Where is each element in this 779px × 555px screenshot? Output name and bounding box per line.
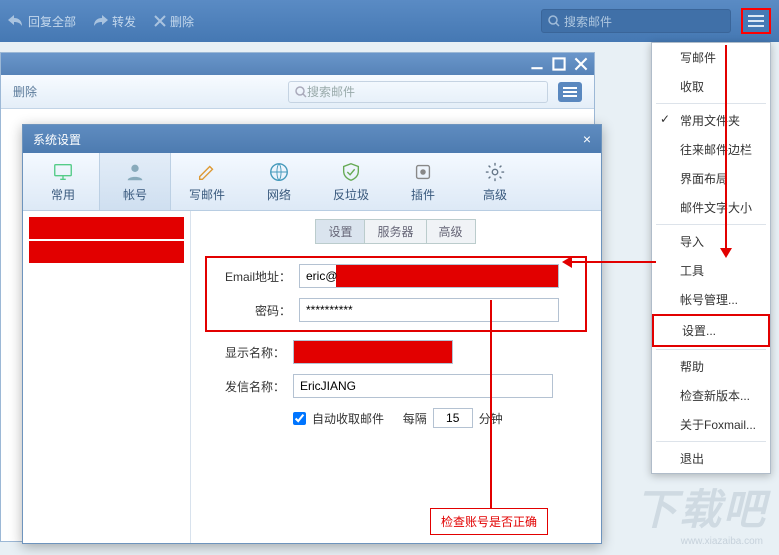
sub-tab-strip: 设置 服务器 高级 (205, 219, 587, 244)
search-placeholder: 搜索邮件 (564, 13, 612, 30)
forward-button[interactable]: 转发 (94, 13, 136, 30)
password-label: 密码： (211, 302, 291, 319)
tab-compose[interactable]: 写邮件 (171, 153, 243, 210)
search-icon (295, 86, 307, 98)
gear-icon (484, 161, 506, 183)
password-field[interactable] (299, 298, 559, 322)
account-item[interactable] (29, 241, 184, 263)
forward-label: 转发 (112, 13, 136, 30)
settings-tab-strip: 常用 帐号 写邮件 网络 反垃圾 插件 高级 (23, 153, 601, 211)
watermark: 下载吧 (635, 476, 767, 537)
reply-all-button[interactable]: 回复全部 (8, 13, 76, 30)
list-view-button[interactable] (558, 82, 582, 102)
settings-dialog: 系统设置 × 常用 帐号 写邮件 网络 反垃圾 插件 高级 设置 服务器 高级 … (22, 124, 602, 544)
menu-compose[interactable]: 写邮件 (652, 43, 770, 72)
tab-account[interactable]: 帐号 (99, 153, 171, 210)
annotation-arrow (490, 300, 492, 508)
menu-about[interactable]: 关于Foxmail... (652, 410, 770, 439)
main-menu: 写邮件 收取 常用文件夹 往来邮件边栏 界面布局 邮件文字大小 导入 工具 帐号… (651, 42, 771, 474)
pencil-icon (196, 161, 218, 183)
display-name-field[interactable] (293, 340, 453, 364)
email-field[interactable] (299, 264, 559, 288)
account-form: 设置 服务器 高级 Email地址： 密码： 显示名称： 发信名称： (191, 211, 601, 543)
dialog-titlebar: 系统设置 × (23, 125, 601, 153)
reply-all-label: 回复全部 (28, 13, 76, 30)
reply-all-icon (8, 15, 24, 27)
user-icon (124, 161, 146, 183)
delete-icon (154, 15, 166, 27)
menu-tools[interactable]: 工具 (652, 256, 770, 285)
display-name-label: 显示名称： (205, 344, 285, 361)
inner-delete-button[interactable]: 删除 (13, 83, 37, 100)
account-list (23, 211, 191, 543)
mail-toolbar: 删除 搜索邮件 (1, 75, 594, 109)
delete-label: 删除 (170, 13, 194, 30)
menu-check-update[interactable]: 检查新版本... (652, 381, 770, 410)
annotation-arrow (725, 45, 727, 253)
inner-search-box[interactable]: 搜索邮件 (288, 81, 548, 103)
search-box-outer[interactable]: 搜索邮件 (541, 9, 731, 33)
forward-icon (94, 15, 108, 27)
menu-exit[interactable]: 退出 (652, 444, 770, 473)
globe-icon (268, 161, 290, 183)
monitor-icon (52, 161, 74, 183)
close-icon[interactable] (574, 57, 588, 71)
every-label: 每隔 (403, 410, 427, 427)
tab-plugin[interactable]: 插件 (387, 153, 459, 210)
sender-name-field[interactable] (293, 374, 553, 398)
plugin-icon (412, 161, 434, 183)
mail-window-titlebar (1, 53, 594, 75)
menu-remote-sidebar[interactable]: 往来邮件边栏 (652, 135, 770, 164)
menu-layout[interactable]: 界面布局 (652, 164, 770, 193)
email-label: Email地址： (211, 268, 291, 285)
main-toolbar: 回复全部 转发 删除 搜索邮件 (0, 0, 779, 42)
watermark-url: www.xiazaiba.com (681, 536, 763, 547)
subtab-settings[interactable]: 设置 (315, 219, 365, 244)
auto-fetch-label: 自动收取邮件 (312, 410, 384, 427)
menu-fav-folders[interactable]: 常用文件夹 (652, 106, 770, 135)
auto-fetch-row: 自动收取邮件 每隔 分钟 (293, 408, 587, 428)
maximize-icon[interactable] (552, 57, 566, 71)
delete-button[interactable]: 删除 (154, 13, 194, 30)
dialog-body: 设置 服务器 高级 Email地址： 密码： 显示名称： 发信名称： (23, 211, 601, 543)
subtab-advanced[interactable]: 高级 (426, 219, 476, 244)
menu-import[interactable]: 导入 (652, 227, 770, 256)
menu-settings[interactable]: 设置... (652, 314, 770, 347)
credentials-highlight: Email地址： 密码： (205, 256, 587, 332)
shield-icon (340, 161, 362, 183)
annotation-arrow (570, 261, 656, 263)
menu-fontsize[interactable]: 邮件文字大小 (652, 193, 770, 222)
tab-advanced[interactable]: 高级 (459, 153, 531, 210)
subtab-server[interactable]: 服务器 (364, 219, 426, 244)
tab-antispam[interactable]: 反垃圾 (315, 153, 387, 210)
minimize-icon[interactable] (530, 57, 544, 71)
inner-search-placeholder: 搜索邮件 (307, 83, 355, 100)
tab-general[interactable]: 常用 (27, 153, 99, 210)
arrow-head-icon (562, 256, 572, 268)
menu-button[interactable] (741, 8, 771, 34)
account-item[interactable] (29, 217, 184, 239)
dialog-title: 系统设置 (33, 131, 81, 148)
arrow-head-icon (720, 248, 732, 258)
menu-help[interactable]: 帮助 (652, 352, 770, 381)
dialog-close-button[interactable]: × (583, 131, 591, 147)
inner-delete-label: 删除 (13, 83, 37, 100)
menu-receive[interactable]: 收取 (652, 72, 770, 101)
search-icon (548, 15, 560, 27)
interval-field[interactable] (433, 408, 473, 428)
menu-account-mgmt[interactable]: 帐号管理... (652, 285, 770, 314)
tab-network[interactable]: 网络 (243, 153, 315, 210)
auto-fetch-checkbox[interactable] (293, 412, 306, 425)
callout-box: 检查账号是否正确 (430, 508, 548, 535)
sender-name-label: 发信名称： (205, 378, 285, 395)
